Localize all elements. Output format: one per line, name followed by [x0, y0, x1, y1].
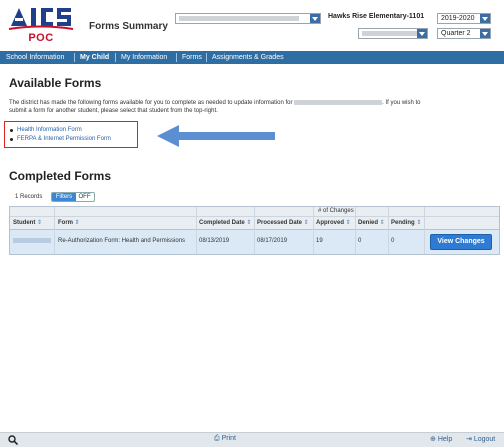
- column-header-pending[interactable]: Pending ⇕: [391, 219, 421, 226]
- forms-list: Health Information Form FERPA & Internet…: [10, 126, 111, 144]
- column-divider: [355, 207, 356, 254]
- help-icon: ⊕: [430, 436, 436, 443]
- form-cell: Re-Authorization Form: Health and Permis…: [58, 238, 186, 244]
- sort-icon: ⇕: [303, 220, 309, 226]
- sort-icon: ⇕: [379, 220, 385, 226]
- chevron-down-icon: [480, 29, 490, 38]
- chevron-down-icon: [480, 14, 490, 23]
- column-header-denied[interactable]: Denied ⇕: [358, 219, 385, 226]
- record-count: 1 Records: [15, 194, 43, 200]
- logo-graphic: [8, 8, 74, 30]
- term-select[interactable]: Quarter 2: [437, 28, 491, 39]
- nav-divider: [115, 53, 116, 62]
- school-name: Hawks Rise Elementary-1101: [328, 13, 425, 20]
- nav-divider: [176, 53, 177, 62]
- available-forms-description: The district has made the following form…: [9, 99, 499, 115]
- column-header-completed-date[interactable]: Completed Date ⇕: [199, 219, 251, 226]
- sort-icon: ⇕: [37, 220, 43, 226]
- nav-divider: [206, 53, 207, 62]
- processed-date-cell: 08/17/2019: [257, 238, 288, 244]
- changes-group-label: # of Changes: [318, 208, 354, 214]
- pending-cell: 0: [391, 238, 395, 244]
- header: POC Forms Summary Hawks Rise Elementary-…: [0, 0, 504, 50]
- column-divider: [196, 207, 197, 254]
- pointer-arrow: [157, 125, 275, 147]
- year-value: 2019-2020: [441, 15, 475, 22]
- completed-forms-heading: Completed Forms: [9, 169, 112, 183]
- year-select[interactable]: 2019-2020: [437, 13, 491, 24]
- column-header-student[interactable]: Student ⇕: [13, 219, 42, 226]
- page: POC Forms Summary Hawks Rise Elementary-…: [0, 0, 504, 447]
- column-header-processed-date[interactable]: Processed Date ⇕: [257, 219, 309, 226]
- column-divider: [254, 207, 255, 254]
- filters-label: Filters: [52, 193, 76, 201]
- column-header-form[interactable]: Form ⇕: [58, 219, 80, 226]
- logo: POC: [5, 4, 77, 48]
- health-information-form-link[interactable]: Health Information Form: [10, 126, 111, 135]
- available-forms-heading: Available Forms: [9, 76, 102, 90]
- sort-icon: ⇕: [246, 220, 252, 226]
- search-icon[interactable]: [8, 435, 18, 445]
- main-nav: School Information My Child My Informati…: [0, 51, 504, 64]
- sort-icon: ⇕: [416, 220, 422, 226]
- printer-icon: ⎙: [214, 435, 220, 442]
- description-text: The district has made the following form…: [9, 100, 293, 106]
- filters-toggle[interactable]: Filters OFF: [51, 192, 95, 202]
- logo-text: POC: [28, 32, 54, 44]
- nav-divider: [74, 53, 75, 62]
- logout-icon: ⇥: [466, 436, 472, 443]
- nav-school-information[interactable]: School Information: [2, 51, 68, 64]
- print-link[interactable]: ⎙ Print: [214, 435, 236, 443]
- nav-my-child[interactable]: My Child: [76, 51, 113, 64]
- student-select[interactable]: [175, 13, 321, 24]
- column-divider: [388, 207, 389, 254]
- redacted-text: [294, 99, 383, 105]
- completed-date-cell: 08/13/2019: [199, 238, 230, 244]
- redacted-text: [13, 238, 51, 243]
- approved-cell: 19: [316, 238, 323, 244]
- redacted-text: [179, 16, 299, 21]
- column-header-approved[interactable]: Approved ⇕: [316, 219, 351, 226]
- column-divider: [313, 207, 314, 254]
- page-title: Forms Summary: [89, 21, 168, 32]
- help-link[interactable]: ⊕ Help: [430, 435, 452, 443]
- nav-forms[interactable]: Forms: [178, 51, 206, 64]
- term-value: Quarter 2: [441, 30, 471, 37]
- view-changes-button[interactable]: View Changes: [430, 234, 492, 250]
- sort-icon: ⇕: [345, 220, 351, 226]
- footer-bar: ⎙ Print ⊕ Help ⇥ Logout: [0, 432, 504, 447]
- nav-assignments-grades[interactable]: Assignments & Grades: [208, 51, 288, 64]
- nav-my-information[interactable]: My Information: [117, 51, 171, 64]
- redacted-text: [362, 31, 418, 36]
- ferpa-internet-permission-form-link[interactable]: FERPA & Internet Permission Form: [10, 135, 111, 144]
- description-text: submit a form for another student, pleas…: [9, 108, 218, 114]
- denied-cell: 0: [358, 238, 362, 244]
- secondary-select[interactable]: [358, 28, 428, 39]
- column-divider: [54, 207, 55, 254]
- sort-icon: ⇕: [74, 220, 80, 226]
- chevron-down-icon: [417, 29, 427, 38]
- student-cell: [13, 238, 51, 245]
- completed-forms-table: # of Changes Student ⇕ Form ⇕ Completed …: [9, 206, 500, 255]
- column-divider: [424, 207, 425, 254]
- logout-link[interactable]: ⇥ Logout: [466, 435, 495, 443]
- chevron-down-icon: [310, 14, 320, 23]
- description-text: . If you wish to: [382, 100, 421, 106]
- filters-state: OFF: [78, 194, 91, 200]
